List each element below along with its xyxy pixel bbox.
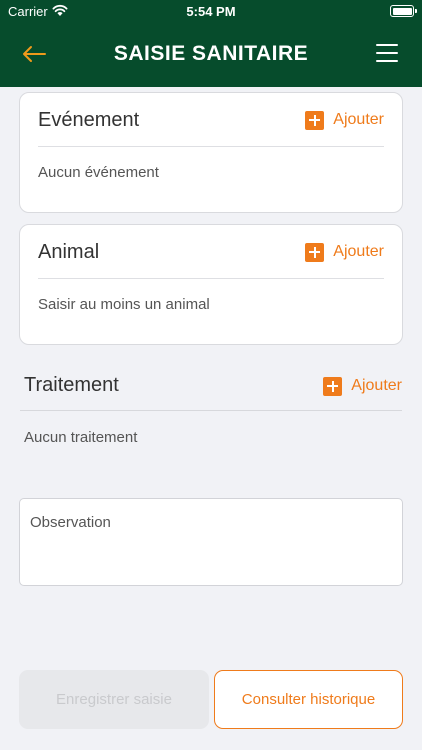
observation-field[interactable]: Observation bbox=[19, 498, 403, 586]
animal-card: Animal Ajouter Saisir au moins un animal bbox=[19, 224, 403, 345]
page-title: SAISIE SANITAIRE bbox=[113, 42, 309, 65]
plus-icon bbox=[305, 242, 325, 262]
status-time: 5:54 PM bbox=[186, 4, 236, 19]
add-traitement-label: Ajouter bbox=[351, 377, 402, 394]
observation-placeholder: Observation bbox=[30, 514, 111, 531]
history-button[interactable]: Consulter historique bbox=[214, 670, 403, 729]
screen: Carrier 5:54 PM SAISIE SANITAIRE Evéneme… bbox=[0, 0, 422, 750]
back-button[interactable] bbox=[20, 40, 48, 68]
arrow-left-icon bbox=[23, 46, 46, 62]
add-traitement-button[interactable]: Ajouter bbox=[323, 375, 402, 397]
add-animal-button[interactable]: Ajouter bbox=[305, 241, 384, 263]
menu-button[interactable] bbox=[376, 43, 400, 63]
status-bar: Carrier 5:54 PM bbox=[0, 0, 422, 22]
animal-card-header: Animal Ajouter bbox=[38, 225, 384, 279]
evenement-empty-text: Aucun événement bbox=[38, 164, 159, 181]
add-evenement-label: Ajouter bbox=[333, 111, 384, 128]
evenement-card: Evénement Ajouter Aucun événement bbox=[19, 92, 403, 213]
animal-title: Animal bbox=[38, 241, 100, 263]
evenement-card-header: Evénement Ajouter bbox=[38, 93, 384, 147]
traitement-empty-text: Aucun traitement bbox=[24, 429, 138, 446]
add-animal-label: Ajouter bbox=[333, 243, 384, 260]
battery-icon bbox=[390, 5, 417, 17]
add-evenement-button[interactable]: Ajouter bbox=[305, 109, 384, 131]
traitement-section-header: Traitement Ajouter bbox=[20, 362, 402, 411]
traitement-title: Traitement bbox=[24, 374, 119, 396]
animal-empty-text: Saisir au moins un animal bbox=[38, 296, 210, 313]
save-button[interactable]: Enregistrer saisie bbox=[19, 670, 209, 729]
plus-icon bbox=[305, 110, 325, 130]
app-header: Carrier 5:54 PM SAISIE SANITAIRE bbox=[0, 0, 422, 87]
plus-icon bbox=[323, 376, 343, 396]
evenement-title: Evénement bbox=[38, 109, 140, 131]
traitement-section: Traitement Ajouter Aucun traitement bbox=[20, 362, 402, 462]
